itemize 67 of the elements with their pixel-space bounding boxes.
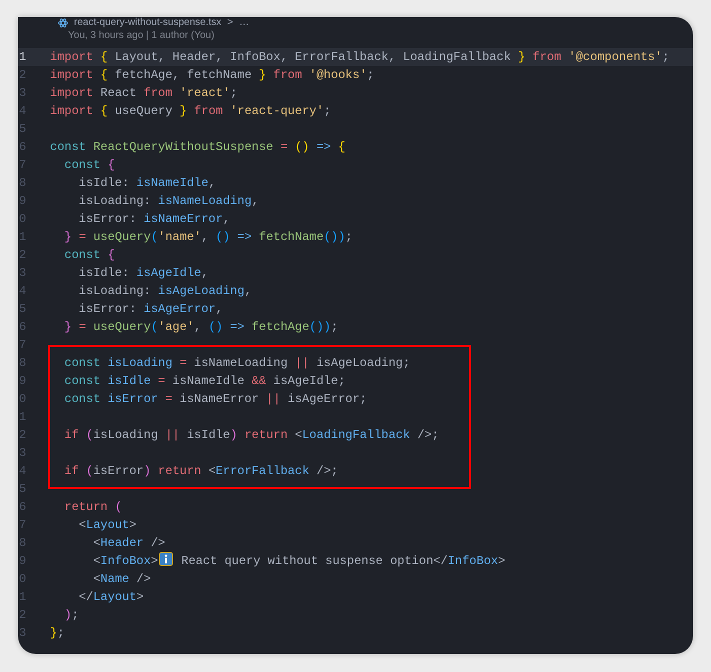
line-number: 5: [19, 482, 26, 496]
code-line: isLoading: isNameLoading,: [78, 193, 259, 210]
info-icon: [159, 552, 174, 566]
line-number: 8: [19, 356, 26, 370]
code-line: } = useQuery('name', () => fetchName());: [63, 229, 352, 246]
react-file-icon: [58, 18, 68, 28]
code-line: <InfoBox> React query without suspense option</InfoBox>: [92, 552, 506, 570]
code-line: <Header />: [92, 535, 166, 552]
breadcrumb-file[interactable]: react-query-without-suspense.tsx: [74, 17, 222, 29]
code-line: if (isLoading || isIdle) return <LoadingFallback />;: [63, 427, 439, 444]
code-line: if (isError) return <ErrorFallback />;: [63, 463, 338, 480]
line-number: 4: [19, 464, 26, 478]
breadcrumb-separator: >: [227, 17, 234, 29]
line-number: 1: [19, 50, 26, 64]
code-line: <Name />: [92, 571, 151, 588]
line-number: 1: [19, 410, 26, 424]
line-number: 6: [19, 320, 26, 334]
line-number: 6: [19, 500, 26, 514]
line-number: 9: [19, 374, 26, 388]
line-number: 3: [19, 446, 26, 460]
line-number: 5: [19, 302, 26, 316]
code-line: const isLoading = isNameLoading || isAgeLoading;: [63, 355, 410, 372]
line-number: 3: [19, 626, 26, 640]
line-number: 5: [19, 122, 26, 136]
line-number: 0: [19, 392, 26, 406]
line-number: 6: [19, 140, 26, 154]
line-number: 9: [19, 194, 26, 208]
line-number: 8: [19, 176, 26, 190]
code-line: isLoading: isAgeLoading,: [78, 283, 252, 300]
line-number: 7: [19, 338, 26, 352]
codelens-text[interactable]: You, 3 hours ago | 1 author (You): [68, 30, 214, 41]
code-line: isIdle: isNameIdle,: [78, 175, 216, 192]
line-number: 1: [19, 230, 26, 244]
code-line: isError: isAgeError,: [78, 301, 223, 318]
line-number: 0: [19, 212, 26, 226]
breadcrumb-more[interactable]: …: [239, 17, 250, 29]
line-number: 1: [19, 590, 26, 604]
code-line: isError: isNameError,: [78, 211, 230, 228]
code-line: isIdle: isAgeIdle,: [78, 265, 208, 282]
code-line: import { fetchAge, fetchName } from '@hooks';: [50, 67, 374, 84]
code-line: );: [63, 607, 79, 624]
line-number: 4: [19, 104, 26, 118]
code-line: import { useQuery } from 'react-query';: [50, 103, 331, 120]
code-line: import React from 'react';: [50, 85, 238, 102]
code-line: </Layout>: [78, 589, 144, 606]
line-number: 7: [19, 158, 26, 172]
line-number: 2: [19, 428, 26, 442]
code-line: };: [50, 625, 64, 642]
code-line: return (: [63, 499, 122, 516]
line-number: 7: [19, 518, 26, 532]
line-number: 8: [19, 536, 26, 550]
line-number: 2: [19, 68, 26, 82]
code-line: import { Layout, Header, InfoBox, ErrorFallback, LoadingFallback } from '@components';: [50, 49, 670, 66]
line-number: 4: [19, 284, 26, 298]
line-number: 0: [19, 572, 26, 586]
code-line: } = useQuery('age', () => fetchAge());: [63, 319, 338, 336]
code-line: <Layout>: [78, 517, 136, 534]
line-number: 2: [19, 608, 26, 622]
line-number: 3: [19, 86, 26, 100]
code-line: const {: [63, 247, 115, 264]
line-number: 3: [19, 266, 26, 280]
code-line: const ReactQueryWithoutSuspense = () => {: [50, 139, 346, 156]
code-line: const {: [63, 157, 115, 174]
code-line: const isIdle = isNameIdle && isAgeIdle;: [63, 373, 346, 390]
line-number: 2: [19, 248, 26, 262]
line-number: 9: [19, 554, 26, 568]
code-line: const isError = isNameError || isAgeError;: [63, 391, 367, 408]
